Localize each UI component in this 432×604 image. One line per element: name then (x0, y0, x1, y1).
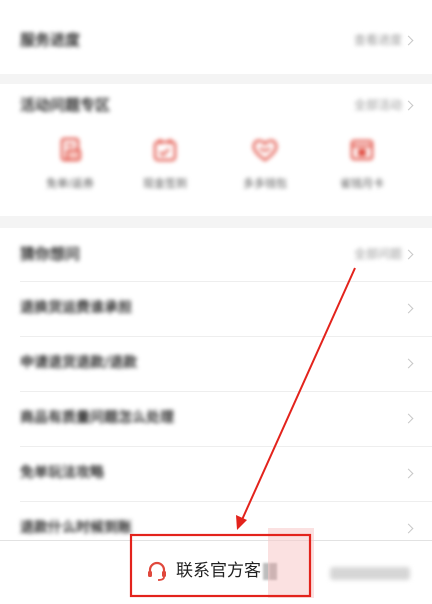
secondary-action[interactable] (330, 567, 410, 580)
faq-row[interactable]: 退换货运费谁承担 (0, 281, 432, 336)
faq-question: 退换货运费谁承担 (20, 300, 132, 316)
divider (20, 336, 432, 337)
faq-row[interactable]: 申请退货退款/退款 (0, 336, 432, 391)
faq-row[interactable]: 免单玩法攻略 (0, 446, 432, 501)
activity-item-coupon[interactable]: 免单/返券 (25, 137, 115, 191)
activity-all-link[interactable]: 全部活动 (354, 97, 402, 113)
masked-character (263, 562, 277, 580)
faq-card: 猜你想问 全部问题 退换货运费谁承担 申请退货退款/退款 商品有质量问题怎么处理… (0, 228, 432, 558)
headset-icon (148, 561, 166, 581)
activity-item-label: 现金签到 (143, 177, 187, 190)
faq-question: 商品有质量问题怎么处理 (20, 410, 174, 426)
faq-question: 申请退货退款/退款 (20, 355, 138, 371)
activity-item-label: 免单/返券 (46, 177, 94, 190)
divider (20, 501, 432, 502)
faq-row[interactable]: 商品有质量问题怎么处理 (0, 391, 432, 446)
activity-item-card[interactable]: 省钱月卡 (317, 137, 407, 191)
chevron-right-icon (403, 413, 414, 424)
calendar-icon (153, 139, 177, 162)
divider (20, 446, 432, 447)
divider (20, 281, 432, 282)
bottom-bar: 联系官方客 (0, 540, 432, 604)
card-icon (350, 139, 374, 161)
faq-title: 猜你想问 (20, 245, 81, 263)
chevron-right-icon (403, 303, 414, 314)
chevron-right-icon (403, 35, 414, 46)
service-progress-title: 服务进度 (20, 31, 81, 49)
activity-item-wallet[interactable]: 多多钱包 (220, 137, 310, 191)
chevron-right-icon (403, 249, 414, 260)
activity-item-label: 多多钱包 (243, 177, 287, 190)
heart-icon (252, 139, 278, 162)
service-progress-link[interactable]: 查看进度 (354, 32, 402, 48)
divider (20, 391, 432, 392)
chevron-right-icon (403, 468, 414, 479)
activity-item-label: 省钱月卡 (340, 177, 384, 190)
chevron-right-icon (403, 100, 414, 111)
service-progress-card[interactable]: 服务进度 查看进度 (0, 0, 432, 74)
faq-all-link[interactable]: 全部问题 (354, 246, 402, 262)
contact-support-button[interactable]: 联系官方客 (146, 559, 277, 583)
chevron-right-icon (403, 358, 414, 369)
activity-title: 活动问题专区 (20, 96, 111, 114)
contact-support-label: 联系官方客 (176, 561, 261, 581)
chevron-right-icon (403, 523, 414, 534)
receipt-icon (60, 137, 81, 162)
faq-question: 免单玩法攻略 (20, 465, 104, 481)
faq-question: 退款什么时候到账 (20, 520, 132, 536)
activity-item-checkin[interactable]: 现金签到 (120, 137, 210, 191)
